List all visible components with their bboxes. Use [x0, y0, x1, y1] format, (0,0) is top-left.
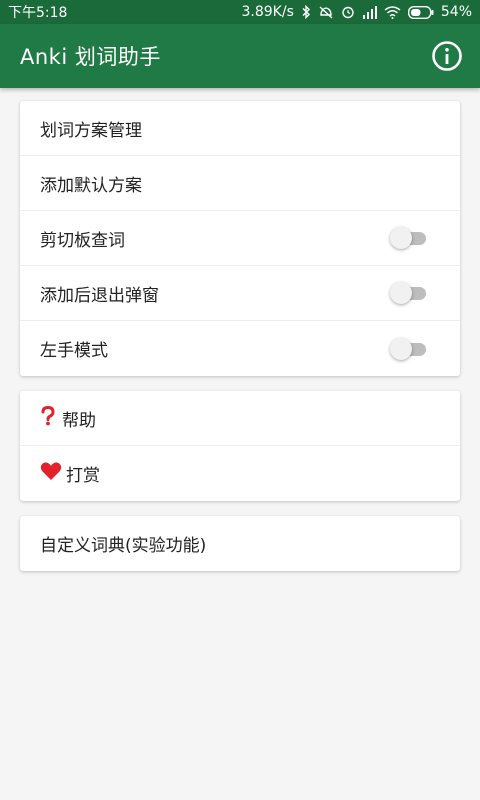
donate-label-group: 打赏: [40, 461, 100, 486]
bluetooth-icon: [301, 5, 311, 19]
custom-dictionary-item[interactable]: 自定义词典(实验功能): [20, 516, 460, 571]
heart-icon: [40, 461, 62, 486]
exit-popup-after-add-item: 添加后退出弹窗: [20, 266, 460, 321]
question-mark-icon: [40, 405, 58, 431]
app-bar: Anki 划词助手: [0, 24, 480, 88]
left-hand-mode-switch[interactable]: [390, 337, 430, 361]
help-label-group: 帮助: [40, 405, 96, 431]
help-item[interactable]: 帮助: [20, 391, 460, 446]
left-hand-mode-label: 左手模式: [40, 341, 108, 361]
custom-dictionary-card: 自定义词典(实验功能): [20, 516, 460, 571]
add-default-scheme-label: 添加默认方案: [40, 175, 142, 196]
add-default-scheme-item[interactable]: 添加默认方案: [20, 156, 460, 211]
alarm-off-icon: [318, 5, 334, 19]
battery-percent: 54%: [440, 4, 472, 20]
scheme-management-label: 划词方案管理: [40, 120, 142, 141]
info-button[interactable]: [430, 39, 464, 73]
wifi-icon: [384, 5, 401, 19]
status-indicators: 3.89K/s 54%: [242, 4, 473, 20]
help-card: 帮助 打赏: [20, 391, 460, 501]
status-time: 下午5:18: [8, 5, 68, 21]
exit-popup-after-add-switch[interactable]: [390, 281, 430, 305]
clipboard-lookup-switch[interactable]: [390, 226, 430, 250]
donate-label: 打赏: [66, 466, 100, 486]
battery-icon: [407, 5, 434, 19]
clipboard-lookup-label: 剪切板查词: [40, 230, 125, 251]
alarm-clock-icon: [341, 5, 355, 19]
help-label: 帮助: [62, 410, 96, 431]
left-hand-mode-item: 左手模式: [20, 321, 460, 376]
app-title: Anki 划词助手: [20, 45, 161, 69]
settings-card: 划词方案管理 添加默认方案 剪切板查词 添加后退出弹窗 左手模式: [20, 101, 460, 376]
signal-icon: [362, 5, 377, 19]
custom-dictionary-label: 自定义词典(实验功能): [40, 536, 207, 556]
network-speed: 3.89K/s: [241, 4, 294, 20]
clipboard-lookup-item: 剪切板查词: [20, 211, 460, 266]
donate-item[interactable]: 打赏: [20, 446, 460, 501]
info-circle-icon: [432, 41, 462, 71]
exit-popup-after-add-label: 添加后退出弹窗: [40, 285, 159, 306]
status-bar: 下午5:18 3.89K/s 54%: [0, 0, 480, 24]
scheme-management-item[interactable]: 划词方案管理: [20, 101, 460, 156]
